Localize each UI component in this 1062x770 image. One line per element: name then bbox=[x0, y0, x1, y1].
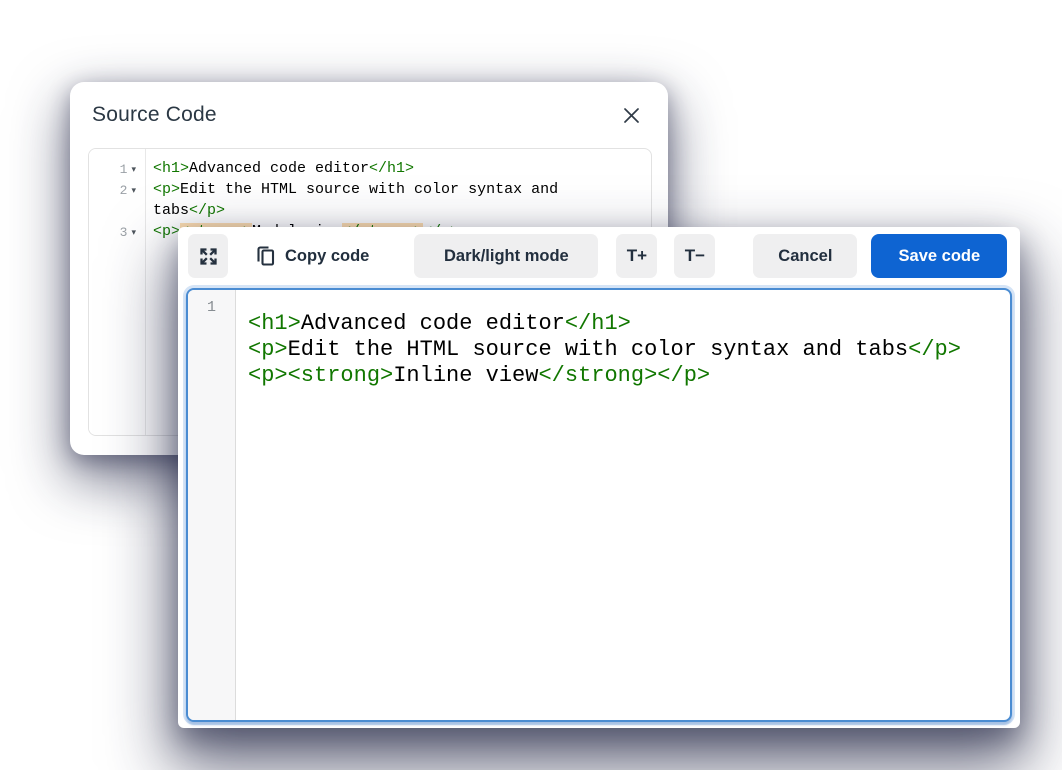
close-button[interactable] bbox=[621, 105, 642, 126]
inline-editor-panel: Copy code Dark/light mode T+ T− Cancel S… bbox=[178, 227, 1020, 728]
font-size-decrease-button[interactable]: T− bbox=[674, 234, 715, 278]
line-number: 1 bbox=[207, 299, 216, 316]
gutter-line-number[interactable]: 2▾ bbox=[89, 179, 145, 200]
gutter-line-number[interactable]: 3▾ bbox=[89, 221, 145, 242]
front-code-content[interactable]: <h1>Advanced code editor</h1><p>Edit the… bbox=[236, 290, 1010, 720]
code-line: <p><strong>Inline view</strong></p> bbox=[248, 363, 996, 389]
fold-arrow-icon[interactable]: ▾ bbox=[131, 227, 136, 237]
editor-toolbar: Copy code Dark/light mode T+ T− Cancel S… bbox=[178, 227, 1020, 278]
front-gutter: 1 bbox=[188, 290, 236, 720]
cancel-button[interactable]: Cancel bbox=[753, 234, 857, 278]
code-line: <p>Edit the HTML source with color synta… bbox=[248, 337, 996, 363]
copy-code-label: Copy code bbox=[285, 247, 369, 266]
gutter-line-number[interactable]: 1▾ bbox=[89, 158, 145, 179]
font-size-increase-button[interactable]: T+ bbox=[616, 234, 657, 278]
fold-arrow-icon[interactable]: ▾ bbox=[131, 185, 136, 195]
modal-title: Source Code bbox=[92, 103, 217, 127]
page-canvas: Source Code 1▾2▾3▾ <h1>Advanced code edi… bbox=[0, 0, 1062, 770]
save-code-button[interactable]: Save code bbox=[871, 234, 1007, 278]
back-gutter: 1▾2▾ 3▾ bbox=[89, 149, 146, 435]
fold-arrow-icon[interactable]: ▾ bbox=[131, 164, 136, 174]
fullscreen-button[interactable] bbox=[188, 234, 228, 278]
code-line: <h1>Advanced code editor</h1> bbox=[153, 158, 626, 179]
modal-header: Source Code bbox=[70, 82, 668, 127]
close-icon bbox=[623, 107, 640, 124]
copy-icon bbox=[254, 244, 276, 268]
copy-code-button[interactable]: Copy code bbox=[252, 234, 371, 278]
dark-light-mode-button[interactable]: Dark/light mode bbox=[414, 234, 598, 278]
code-line: <h1>Advanced code editor</h1> bbox=[248, 311, 996, 337]
code-line: <p>Edit the HTML source with color synta… bbox=[153, 179, 626, 221]
inline-code-editor[interactable]: 1 <h1>Advanced code editor</h1><p>Edit t… bbox=[186, 288, 1012, 722]
expand-icon bbox=[198, 246, 219, 267]
